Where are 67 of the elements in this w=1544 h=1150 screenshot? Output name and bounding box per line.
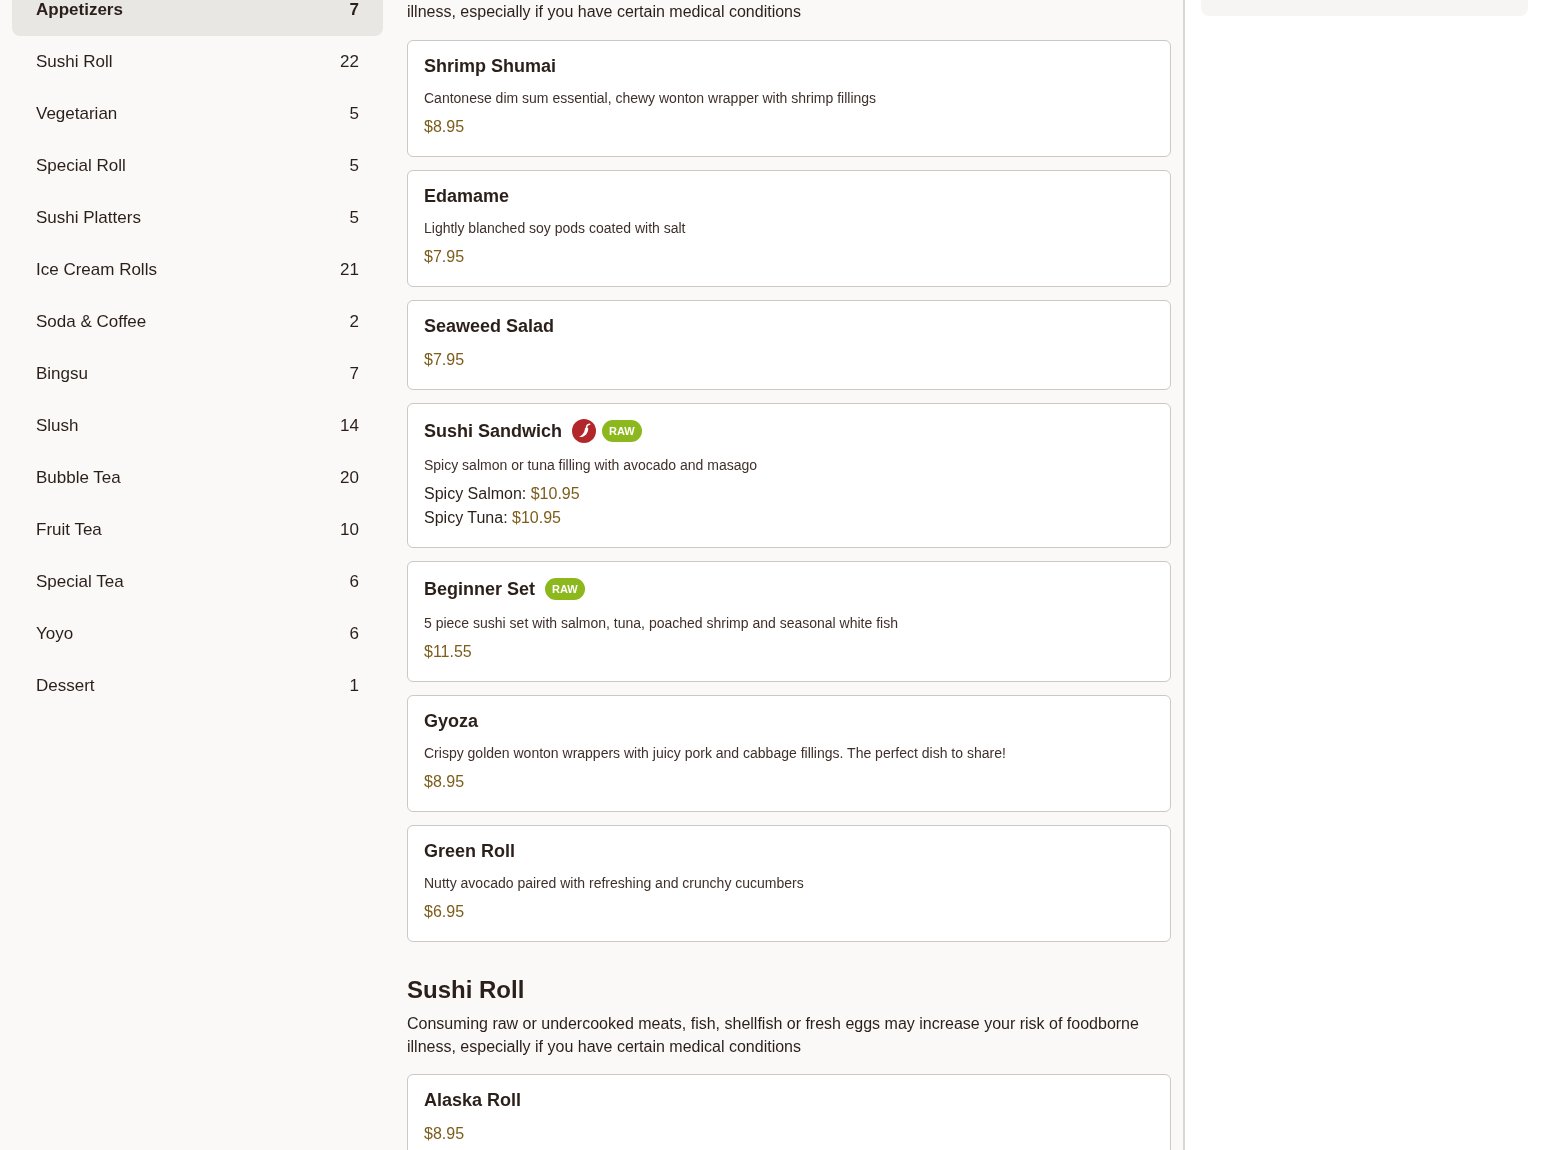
menu-item-card[interactable]: Edamame Lightly blanched soy pods coated with salt $7.95 — [407, 170, 1171, 287]
item-count: 14 — [340, 416, 359, 436]
item-count: 21 — [340, 260, 359, 280]
category-item[interactable]: Special Roll 5 — [12, 140, 383, 192]
category-item[interactable]: Soda & Coffee 2 — [12, 296, 383, 348]
item-name: Alaska Roll — [424, 1089, 522, 1112]
chili-pepper-icon — [572, 419, 597, 443]
item-count: 2 — [349, 312, 359, 332]
item-count: 20 — [340, 468, 359, 488]
item-name: Beginner Set — [424, 578, 536, 601]
item-name: Green Roll — [424, 840, 516, 863]
raw-badge: RAW — [545, 578, 585, 600]
item-price: $7.95 — [424, 351, 465, 368]
item-description: Nutty avocado paired with refreshing and crunchy cucumbers — [424, 874, 805, 893]
item-price: $7.95 — [424, 248, 465, 265]
price-label: Spicy Salmon: — [424, 485, 527, 502]
item-count: 6 — [349, 624, 359, 644]
menu-item-card[interactable]: Beginner Set RAW 5 piece sushi set with salmon, tuna, poached shrimp and seasonal white fish $11.55 — [407, 561, 1171, 682]
item-name: Sushi Sandwich — [424, 420, 563, 443]
item-description: Lightly blanched soy pods coated with salt — [424, 219, 687, 238]
category-item[interactable]: Special Tea 6 — [12, 556, 383, 608]
menu-item-card[interactable]: Seaweed Salad $7.95 — [407, 300, 1171, 390]
item-price: $10.95 — [530, 485, 580, 502]
category-item[interactable]: Ice Cream Rolls 21 — [12, 244, 383, 296]
item-description: Crispy golden wonton wrappers with juicy pork and cabbage fillings. The perfect dish to share! — [424, 744, 1007, 763]
item-count: 6 — [349, 572, 359, 592]
item-name: Edamame — [424, 185, 510, 208]
section-heading: Sushi Roll — [407, 975, 526, 1005]
item-count: 22 — [340, 52, 359, 72]
item-description: 5 piece sushi set with salmon, tuna, poached shrimp and seasonal white fish — [424, 614, 899, 633]
category-item[interactable]: Sushi Platters 5 — [12, 192, 383, 244]
section-notice: illness, especially if you have certain medical conditions — [407, 2, 802, 22]
menu-item-card[interactable]: Gyoza Crispy golden wonton wrappers with juicy pork and cabbage fillings. The perfect dish to share! $8.95 — [407, 695, 1171, 812]
category-item[interactable]: Bingsu 7 — [12, 348, 383, 400]
category-item[interactable]: Sushi Roll 22 — [12, 36, 383, 88]
item-price: $10.95 — [512, 509, 561, 526]
menu-item-card[interactable]: Shrimp Shumai Cantonese dim sum essential, chewy wonton wrapper with shrimp fillings $8.95 — [407, 40, 1171, 157]
category-item[interactable]: Appetizers 7 — [12, 0, 383, 36]
category-item[interactable]: Fruit Tea 10 — [12, 504, 383, 556]
menu-item-card[interactable]: Sushi Sandwich RAW Spicy salmon or tuna filling with avocado and masago Spicy Salmon: $10.95 Spicy Tuna: $10.95 — [407, 403, 1171, 548]
item-count: 7 — [349, 0, 359, 20]
category-item[interactable]: Slush 14 — [12, 400, 383, 452]
item-count: 7 — [349, 364, 359, 384]
category-item[interactable]: Bubble Tea 20 — [12, 452, 383, 504]
item-count: 10 — [340, 520, 359, 540]
item-name: Seaweed Salad — [424, 315, 555, 338]
item-name: Shrimp Shumai — [424, 55, 557, 78]
menu-item-card[interactable]: Alaska Roll $8.95 — [407, 1074, 1171, 1150]
category-item[interactable]: Dessert 1 — [12, 660, 383, 712]
item-count: 5 — [349, 156, 359, 176]
item-count: 5 — [349, 104, 359, 124]
section-notice: Consuming raw or undercooked meats, fish, shellfish or fresh eggs may increase your risk of foodborne illness, especially if you have certain medical conditions — [407, 1014, 1140, 1057]
menu-item-card[interactable]: Green Roll Nutty avocado paired with refreshing and crunchy cucumbers $6.95 — [407, 825, 1171, 942]
item-count: 1 — [349, 676, 359, 696]
item-price: $8.95 — [424, 773, 465, 790]
item-price: $8.95 — [424, 118, 465, 135]
category-item[interactable]: Vegetarian 5 — [12, 88, 383, 140]
category-item[interactable]: Yoyo 6 — [12, 608, 383, 660]
item-count: 5 — [349, 208, 359, 228]
item-name: Gyoza — [424, 710, 479, 733]
item-price: $8.95 — [424, 1125, 465, 1142]
item-price: $6.95 — [424, 903, 465, 920]
item-price: $11.55 — [424, 643, 472, 660]
price-label: Spicy Tuna: — [424, 509, 508, 526]
item-description: Spicy salmon or tuna filling with avocado and masago — [424, 456, 759, 475]
item-description: Cantonese dim sum essential, chewy wonton wrapper with shrimp fillings — [424, 89, 878, 108]
raw-badge: RAW — [602, 420, 642, 442]
